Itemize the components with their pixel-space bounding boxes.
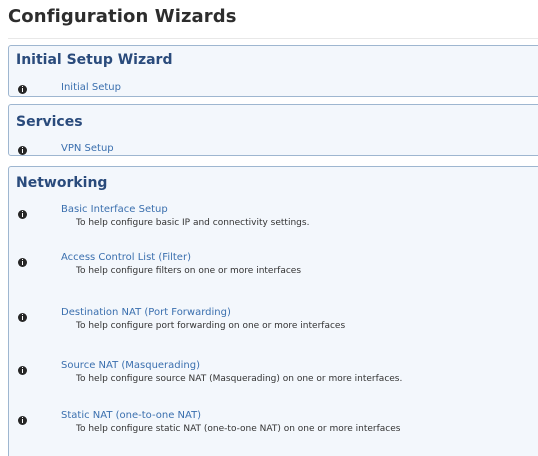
item-description: To help configure port forwarding on one… <box>76 321 346 331</box>
info-icon[interactable] <box>18 146 27 155</box>
panel-networking: Networking Basic Interface Setup To help… <box>8 166 538 456</box>
panel-header: Networking <box>16 175 108 191</box>
panel-header: Initial Setup Wizard <box>16 52 173 68</box>
basic-interface-setup-link[interactable]: Basic Interface Setup <box>61 204 168 215</box>
panel-header: Services <box>16 114 83 130</box>
info-icon[interactable] <box>18 258 27 267</box>
static-nat-link[interactable]: Static NAT (one-to-one NAT) <box>61 410 201 421</box>
item-description: To help configure static NAT (one-to-one… <box>76 424 401 434</box>
access-control-list-link[interactable]: Access Control List (Filter) <box>61 252 191 263</box>
panel-initial-setup-wizard: Initial Setup Wizard Initial Setup <box>8 45 538 97</box>
item-description: To help configure filters on one or more… <box>76 266 302 276</box>
item-description: To help configure source NAT (Masqueradi… <box>76 374 403 384</box>
destination-nat-link[interactable]: Destination NAT (Port Forwarding) <box>61 307 231 318</box>
title-divider <box>8 38 538 39</box>
configuration-wizards-page: Configuration Wizards Initial Setup Wiza… <box>0 0 538 456</box>
vpn-setup-link[interactable]: VPN Setup <box>61 143 114 154</box>
info-icon[interactable] <box>18 85 27 94</box>
panel-services: Services VPN Setup <box>8 104 538 156</box>
info-icon[interactable] <box>18 210 27 219</box>
page-title: Configuration Wizards <box>8 6 237 27</box>
info-icon[interactable] <box>18 366 27 375</box>
info-icon[interactable] <box>18 313 27 322</box>
info-icon[interactable] <box>18 416 27 425</box>
initial-setup-link[interactable]: Initial Setup <box>61 82 121 93</box>
source-nat-link[interactable]: Source NAT (Masquerading) <box>61 360 200 371</box>
item-description: To help configure basic IP and connectiv… <box>76 218 310 228</box>
